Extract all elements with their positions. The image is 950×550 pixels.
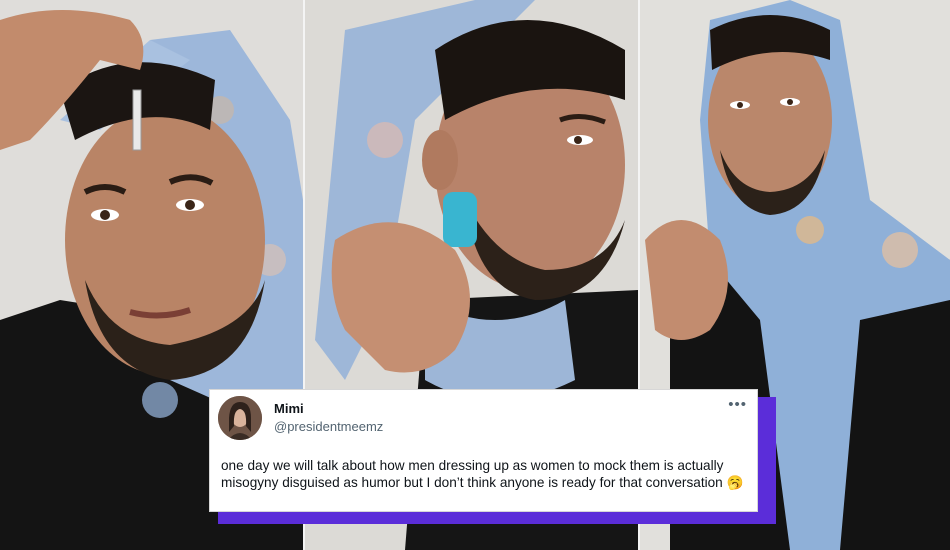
avatar-image — [218, 396, 262, 440]
tweet-card: Mimi @presidentmeemz ••• one day we will… — [209, 389, 758, 512]
tweet-author-name[interactable]: Mimi — [274, 401, 304, 416]
avatar[interactable] — [218, 396, 262, 440]
tweet-text: one day we will talk about how men dress… — [221, 458, 744, 490]
tweet-author-handle[interactable]: @presidentmeemz — [274, 419, 383, 434]
more-options-icon[interactable]: ••• — [728, 396, 747, 413]
